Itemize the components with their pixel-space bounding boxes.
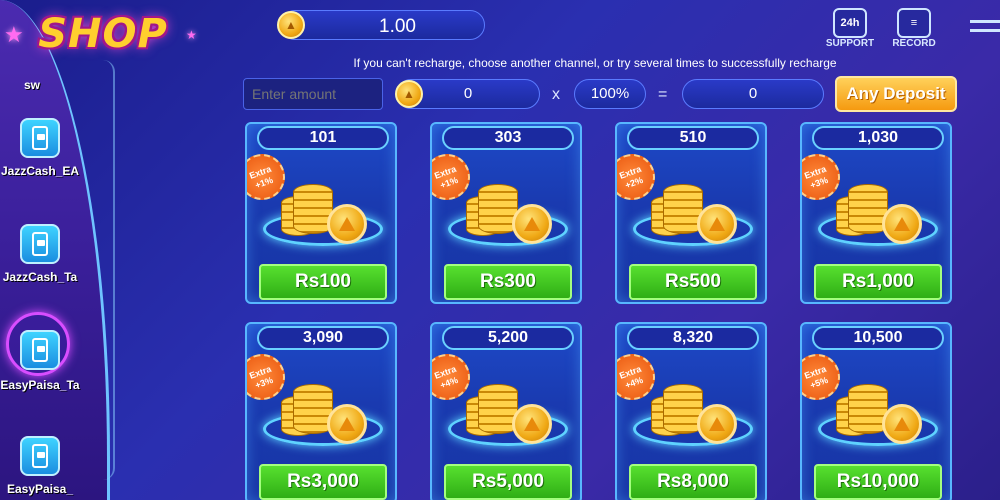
coin-icon: ▲: [395, 80, 423, 108]
support-button[interactable]: 24h SUPPORT: [820, 8, 880, 49]
coin-icon: [882, 204, 922, 244]
sidebar-item-jazzcash-ea[interactable]: JazzCash_EA: [0, 118, 80, 178]
record-label: RECORD: [892, 38, 936, 49]
balance-value: 1.00: [379, 16, 416, 37]
balance-display: ▲ 1.00: [277, 10, 485, 40]
sidebar-item-jazzcash-ta[interactable]: JazzCash_Ta: [0, 224, 80, 284]
package-card[interactable]: 5,200 Extra +4% Rs5,000: [430, 322, 582, 500]
coin-value-field: ▲ 0: [395, 79, 540, 109]
shop-logo: SHOP: [8, 4, 198, 64]
coin-icon: [327, 204, 367, 244]
package-price-button[interactable]: Rs500: [629, 264, 757, 300]
sidebar-item-easypaisa-ta[interactable]: EasyPaisa_Ta: [0, 312, 80, 392]
coin-icon: ▲: [277, 11, 305, 39]
package-price-button[interactable]: Rs10,000: [814, 464, 942, 500]
coin-icon: [327, 404, 367, 444]
package-card[interactable]: 510 Extra +2% Rs500: [615, 122, 767, 304]
sidebar-item-label: EasyPaisa_Ta: [0, 378, 80, 392]
package-card[interactable]: 1,030 Extra +3% Rs1,000: [800, 122, 952, 304]
package-card[interactable]: 8,320 Extra +4% Rs8,000: [615, 322, 767, 500]
package-price-button[interactable]: Rs8,000: [629, 464, 757, 500]
coin-icon: [512, 204, 552, 244]
package-coin-amount: 5,200: [442, 326, 574, 350]
package-coin-amount: 510: [627, 126, 759, 150]
star-icon: ★: [186, 28, 197, 42]
sidebar-item-label: EasyPaisa_: [6, 482, 74, 496]
recharge-notice: If you can't recharge, choose another ch…: [353, 56, 837, 70]
record-icon: ≡: [897, 8, 931, 38]
support-label: SUPPORT: [825, 38, 875, 49]
package-coin-amount: 303: [442, 126, 574, 150]
star-icon: ★: [4, 22, 24, 47]
bonus-percent: 100%: [574, 79, 646, 109]
package-price-button[interactable]: Rs300: [444, 264, 572, 300]
sidebar-item-easypaisa[interactable]: EasyPaisa_: [0, 436, 80, 496]
coin-icon: [697, 204, 737, 244]
sidebar-item-label: JazzCash_Ta: [2, 270, 78, 284]
phone-wallet-icon: [20, 330, 60, 370]
package-price-button[interactable]: Rs1,000: [814, 264, 942, 300]
package-card[interactable]: 3,090 Extra +3% Rs3,000: [245, 322, 397, 500]
coin-icon: [512, 404, 552, 444]
sidebar-partial-label: sw: [24, 78, 41, 92]
coin-icon: [882, 404, 922, 444]
package-price-button[interactable]: Rs100: [259, 264, 387, 300]
support-24h-icon: 24h: [833, 8, 867, 38]
coin-value: 0: [463, 85, 473, 102]
shop-logo-text: SHOP: [38, 11, 168, 57]
package-card[interactable]: 101 Extra +1% Rs100: [245, 122, 397, 304]
amount-input[interactable]: [243, 78, 383, 110]
percent-value: 100%: [590, 85, 630, 102]
package-coin-amount: 1,030: [812, 126, 944, 150]
equals-sign: =: [658, 86, 668, 103]
any-deposit-button[interactable]: Any Deposit: [835, 76, 957, 112]
result-value: 0: [748, 85, 758, 102]
package-coin-amount: 8,320: [627, 326, 759, 350]
package-card[interactable]: 10,500 Extra +5% Rs10,000: [800, 322, 952, 500]
record-button[interactable]: ≡ RECORD: [884, 8, 944, 49]
phone-wallet-icon: [20, 436, 60, 476]
package-price-button[interactable]: Rs5,000: [444, 464, 572, 500]
package-price-button[interactable]: Rs3,000: [259, 464, 387, 500]
package-coin-amount: 10,500: [812, 326, 944, 350]
package-coin-amount: 101: [257, 126, 389, 150]
menu-icon[interactable]: [970, 20, 1000, 32]
phone-wallet-icon: [20, 118, 60, 158]
result-field: 0: [682, 79, 824, 109]
coin-icon: [697, 404, 737, 444]
package-card[interactable]: 303 Extra +1% Rs300: [430, 122, 582, 304]
multiply-sign: x: [552, 86, 560, 103]
phone-wallet-icon: [20, 224, 60, 264]
package-coin-amount: 3,090: [257, 326, 389, 350]
sidebar-item-label: JazzCash_EA: [0, 164, 80, 178]
